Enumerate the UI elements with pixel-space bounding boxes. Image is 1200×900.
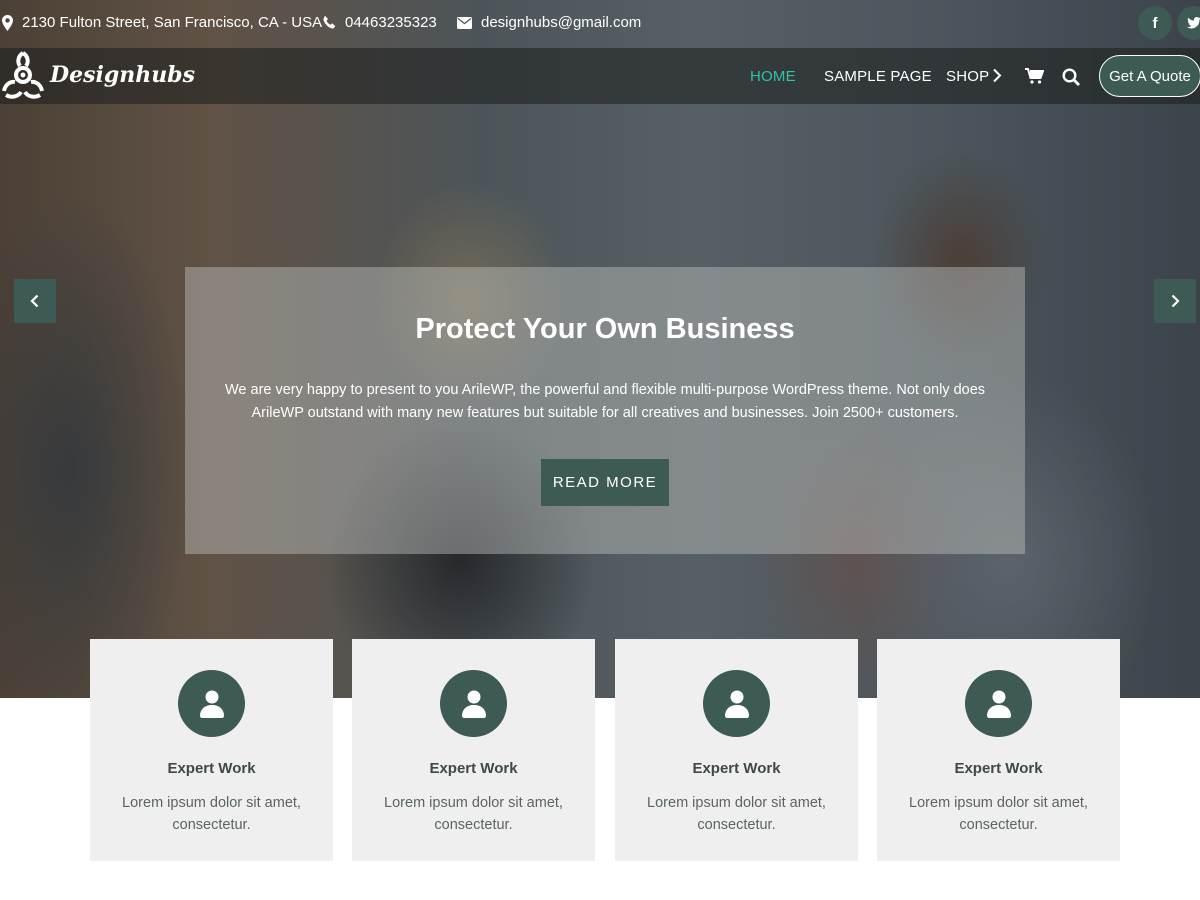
feature-card: Expert Work Lorem ipsum dolor sit amet, …	[615, 639, 858, 861]
address-info: 2130 Fulton Street, San Francisco, CA - …	[2, 14, 322, 31]
feature-card: Expert Work Lorem ipsum dolor sit amet, …	[90, 639, 333, 861]
search-icon[interactable]	[1062, 68, 1080, 86]
phone-icon	[323, 16, 336, 29]
twitter-link[interactable]	[1177, 6, 1200, 40]
user-icon	[199, 690, 224, 718]
facebook-link[interactable]: f	[1138, 6, 1172, 40]
facebook-icon: f	[1152, 14, 1158, 32]
nav-sample-page[interactable]: SAMPLE PAGE	[824, 68, 932, 85]
feature-text: Lorem ipsum dolor sit amet, consectetur.	[909, 795, 1088, 833]
feature-icon-circle	[703, 670, 770, 737]
read-more-button[interactable]: READ MORE	[541, 459, 669, 506]
slider-caption-box: Protect Your Own Business We are very ha…	[185, 267, 1025, 554]
feature-text: Lorem ipsum dolor sit amet, consectetur.	[647, 795, 826, 833]
nav-home[interactable]: HOME	[750, 68, 796, 85]
top-info-bar: 2130 Fulton Street, San Francisco, CA - …	[0, 0, 1200, 48]
chevron-right-icon	[1171, 294, 1180, 308]
user-icon	[724, 690, 749, 718]
email-text[interactable]: designhubs@gmail.com	[481, 14, 641, 31]
site-logo[interactable]: Designhubs	[0, 51, 195, 99]
cart-icon[interactable]	[1025, 68, 1044, 84]
phone-text[interactable]: 04463235323	[345, 14, 437, 31]
feature-title: Expert Work	[692, 760, 781, 777]
main-navbar: Designhubs HOME SAMPLE PAGE SHOP Get A Q…	[0, 48, 1200, 104]
get-a-quote-button[interactable]: Get A Quote	[1099, 55, 1200, 97]
slider-prev-button[interactable]	[14, 279, 56, 323]
feature-text: Lorem ipsum dolor sit amet, consectetur.	[122, 795, 301, 833]
feature-title: Expert Work	[429, 760, 518, 777]
feature-icon-circle	[965, 670, 1032, 737]
feature-title: Expert Work	[954, 760, 1043, 777]
nav-shop[interactable]: SHOP	[946, 68, 989, 85]
feature-card: Expert Work Lorem ipsum dolor sit amet, …	[352, 639, 595, 861]
user-icon	[986, 690, 1011, 718]
feature-icon-circle	[440, 670, 507, 737]
feature-text: Lorem ipsum dolor sit amet, consectetur.	[384, 795, 563, 833]
user-icon	[461, 690, 486, 718]
slider-next-button[interactable]	[1154, 279, 1196, 323]
email-info[interactable]: designhubs@gmail.com	[457, 14, 641, 31]
envelope-icon	[457, 16, 472, 29]
feature-icon-circle	[178, 670, 245, 737]
slider-description: We are very happy to present to you Aril…	[224, 382, 986, 421]
phone-info[interactable]: 04463235323	[323, 14, 437, 31]
feature-title: Expert Work	[167, 760, 256, 777]
feature-card: Expert Work Lorem ipsum dolor sit amet, …	[877, 639, 1120, 861]
chevron-left-icon	[30, 294, 39, 308]
logo-emblem-icon	[2, 51, 44, 99]
map-marker-icon	[2, 14, 13, 31]
address-text: 2130 Fulton Street, San Francisco, CA - …	[22, 14, 323, 31]
slider-title: Protect Your Own Business	[415, 313, 795, 345]
twitter-icon	[1187, 17, 1200, 29]
brand-name[interactable]: Designhubs	[50, 62, 195, 88]
chevron-right-icon[interactable]	[992, 68, 1002, 83]
